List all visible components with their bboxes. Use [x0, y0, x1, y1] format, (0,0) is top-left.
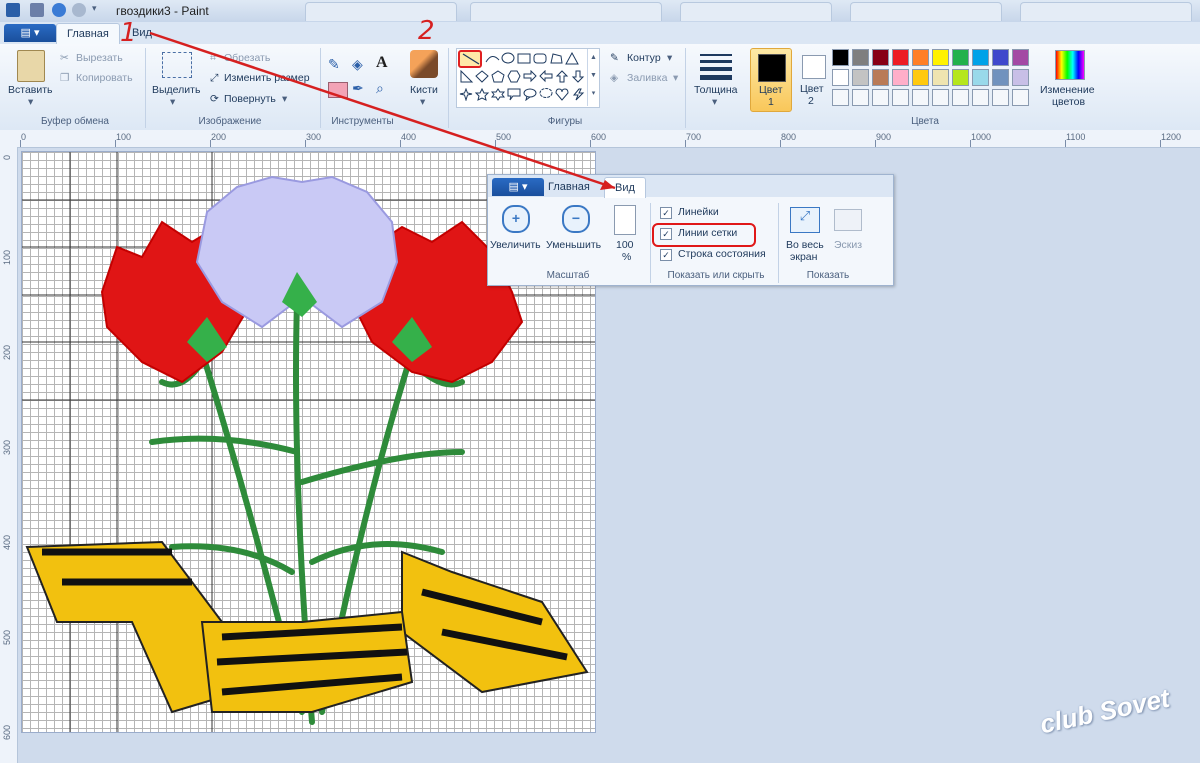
annotation-arrow [149, 31, 616, 190]
annotation-step2: 2 [418, 16, 435, 46]
annotation-overlay [149, 31, 616, 190]
annotation-step1: 1 [120, 18, 137, 48]
